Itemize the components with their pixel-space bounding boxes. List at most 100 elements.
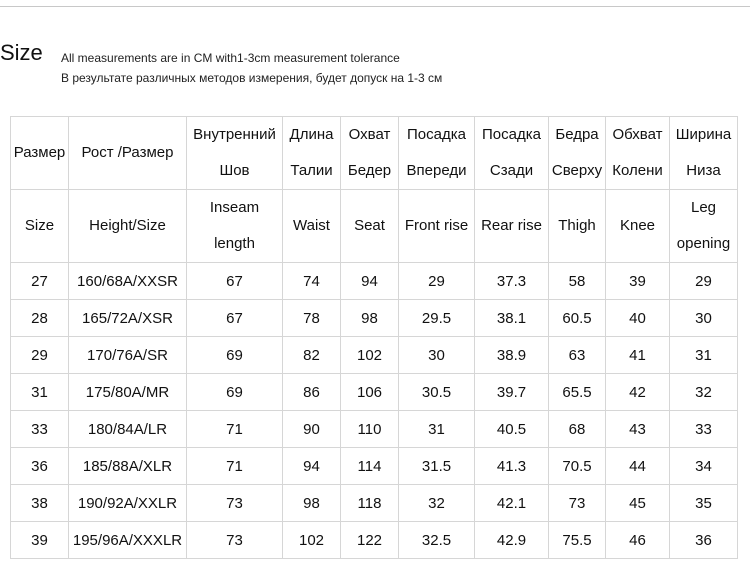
table-cell: 28	[10, 299, 69, 337]
table-cell: 40.5	[474, 410, 549, 448]
table-cell: 29	[10, 336, 69, 374]
header-cell-line: Посадка	[407, 126, 466, 143]
header-cell: Длина Талии	[282, 116, 341, 190]
table-cell: 41.3	[474, 447, 549, 485]
table-cell: 69	[186, 336, 283, 374]
header-cell: Leg opening	[669, 189, 738, 263]
table-cell: 29.5	[398, 299, 475, 337]
header-cell-line: Inseam	[209, 199, 260, 216]
header-cell-line: Размер	[13, 144, 66, 161]
table-cell: 58	[548, 262, 606, 300]
table-cell: 39.7	[474, 373, 549, 411]
header-row-en: Size Height/Size Inseam length Waist Seat Fron…	[10, 189, 738, 263]
header-cell: Рост /Размер	[68, 116, 187, 190]
table-cell: 86	[282, 373, 341, 411]
table-cell: 32	[669, 373, 738, 411]
table-cell: 43	[605, 410, 670, 448]
header-cell-line: Охват	[348, 126, 391, 143]
header-cell-line: opening	[676, 235, 731, 252]
measurement-note-en: All measurements are in CM with1-3cm mea…	[61, 51, 400, 65]
table-cell: 180/84A/LR	[68, 410, 187, 448]
table-cell: 39	[10, 521, 69, 559]
table-cell: 90	[282, 410, 341, 448]
table-cell: 65.5	[548, 373, 606, 411]
table-cell: 31.5	[398, 447, 475, 485]
table-cell: 102	[282, 521, 341, 559]
table-cell: 41	[605, 336, 670, 374]
table-cell: 75.5	[548, 521, 606, 559]
table-cell: 73	[548, 484, 606, 522]
table-cell: 68	[548, 410, 606, 448]
size-chart-table: Размер Рост /Размер Внутренний Шов Длина Тали…	[10, 116, 738, 559]
table-cell: 35	[669, 484, 738, 522]
header-cell-line: Шов	[219, 162, 250, 179]
measurement-note-ru: В результате различных методов измерения…	[61, 71, 443, 85]
table-cell: 30	[398, 336, 475, 374]
table-cell: 82	[282, 336, 341, 374]
header-cell: Обхват Колени	[605, 116, 670, 190]
table-row: 39 195/96A/XXXLR 73 102 122 32.5 42.9 75.5 46 36	[10, 521, 738, 559]
table-cell: 60.5	[548, 299, 606, 337]
table-cell: 71	[186, 447, 283, 485]
header-cell-line: Rear rise	[481, 217, 542, 234]
table-cell: 122	[340, 521, 399, 559]
header-cell: Размер	[10, 116, 69, 190]
header-cell: Внутренний Шов	[186, 116, 283, 190]
header-cell: Бедра Сверху	[548, 116, 606, 190]
header-cell-line: Колени	[612, 162, 663, 179]
table-cell: 71	[186, 410, 283, 448]
table-cell: 114	[340, 447, 399, 485]
header-cell-line: Waist	[293, 217, 330, 234]
table-cell: 30	[669, 299, 738, 337]
header-cell: Front rise	[398, 189, 475, 263]
table-cell: 98	[340, 299, 399, 337]
header-cell-line: Seat	[354, 217, 385, 234]
table-cell: 160/68A/XXSR	[68, 262, 187, 300]
table-cell: 175/80A/MR	[68, 373, 187, 411]
page-title: Size	[0, 40, 43, 65]
header-cell-line: Ширина	[675, 126, 732, 143]
header-cell-line: length	[214, 235, 255, 252]
header-cell-line: Внутренний	[193, 126, 276, 143]
header-cell-line: Front rise	[404, 217, 469, 234]
header-cell-line: Длина	[289, 126, 334, 143]
table-cell: 106	[340, 373, 399, 411]
table-cell: 98	[282, 484, 341, 522]
table-row: 29 170/76A/SR 69 82 102 30 38.9 63 41 31	[10, 336, 738, 374]
table-cell: 44	[605, 447, 670, 485]
table-cell: 46	[605, 521, 670, 559]
table-cell: 36	[669, 521, 738, 559]
header-cell: Waist	[282, 189, 341, 263]
header-cell-line: Низа	[686, 162, 721, 179]
table-cell: 31	[669, 336, 738, 374]
table-cell: 69	[186, 373, 283, 411]
table-row: 31 175/80A/MR 69 86 106 30.5 39.7 65.5 42 32	[10, 373, 738, 411]
table-cell: 36	[10, 447, 69, 485]
table-row: 38 190/92A/XXLR 73 98 118 32 42.1 73 45 35	[10, 484, 738, 522]
table-cell: 32	[398, 484, 475, 522]
table-cell: 32.5	[398, 521, 475, 559]
header-cell: Посадка Впереди	[398, 116, 475, 190]
header-cell: Knee	[605, 189, 670, 263]
table-row: 28 165/72A/XSR 67 78 98 29.5 38.1 60.5 40 30	[10, 299, 738, 337]
table-cell: 94	[282, 447, 341, 485]
table-cell: 38.9	[474, 336, 549, 374]
header-cell-line: Бедра	[555, 126, 599, 143]
table-cell: 70.5	[548, 447, 606, 485]
header-cell: Seat	[340, 189, 399, 263]
table-row: 33 180/84A/LR 71 90 110 31 40.5 68 43 33	[10, 410, 738, 448]
header-cell: Rear rise	[474, 189, 549, 263]
header-cell: Size	[10, 189, 69, 263]
table-cell: 73	[186, 484, 283, 522]
table-cell: 110	[340, 410, 399, 448]
table-cell: 38	[10, 484, 69, 522]
table-cell: 45	[605, 484, 670, 522]
header-cell-line: Thigh	[558, 217, 596, 234]
table-cell: 40	[605, 299, 670, 337]
table-cell: 102	[340, 336, 399, 374]
table-cell: 39	[605, 262, 670, 300]
header-cell-line: Size	[24, 217, 55, 234]
header-cell: Height/Size	[68, 189, 187, 263]
table-cell: 33	[10, 410, 69, 448]
top-divider	[0, 6, 750, 7]
